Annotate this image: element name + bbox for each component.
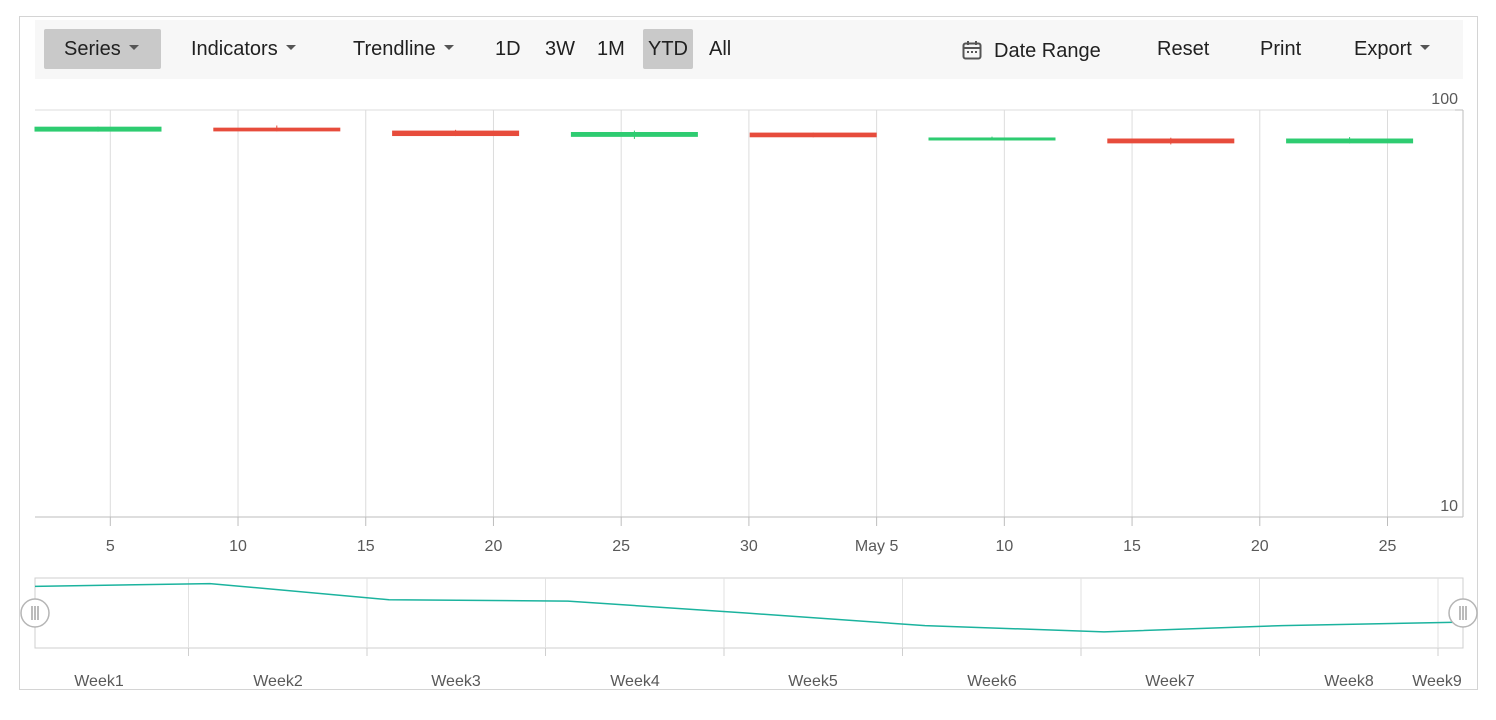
period-1d-button[interactable]: 1D xyxy=(495,29,521,69)
reset-button[interactable]: Reset xyxy=(1157,29,1209,69)
indicators-dropdown[interactable]: Indicators xyxy=(191,29,296,69)
series-label: Series xyxy=(64,38,121,60)
export-dropdown[interactable]: Export xyxy=(1354,29,1430,69)
export-label: Export xyxy=(1354,38,1412,60)
chevron-down-icon xyxy=(1420,45,1430,50)
period-3w-button[interactable]: 3W xyxy=(545,29,575,69)
trendline-dropdown[interactable]: Trendline xyxy=(353,29,454,69)
chevron-down-icon xyxy=(286,45,296,50)
period-all-button[interactable]: All xyxy=(709,29,731,69)
calendar-icon xyxy=(962,40,982,60)
print-button[interactable]: Print xyxy=(1260,29,1301,69)
date-range-button[interactable]: Date Range xyxy=(962,31,1101,71)
period-1m-button[interactable]: 1M xyxy=(597,29,625,69)
trendline-label: Trendline xyxy=(353,38,436,60)
indicators-label: Indicators xyxy=(191,38,278,60)
chart-frame xyxy=(19,16,1478,690)
toolbar: Series Indicators Trendline 1D 3W 1M YTD… xyxy=(35,20,1463,79)
chevron-down-icon xyxy=(444,45,454,50)
date-range-label: Date Range xyxy=(994,40,1101,62)
series-dropdown[interactable]: Series xyxy=(44,29,161,69)
chevron-down-icon xyxy=(129,45,139,50)
period-ytd-button[interactable]: YTD xyxy=(643,29,693,69)
